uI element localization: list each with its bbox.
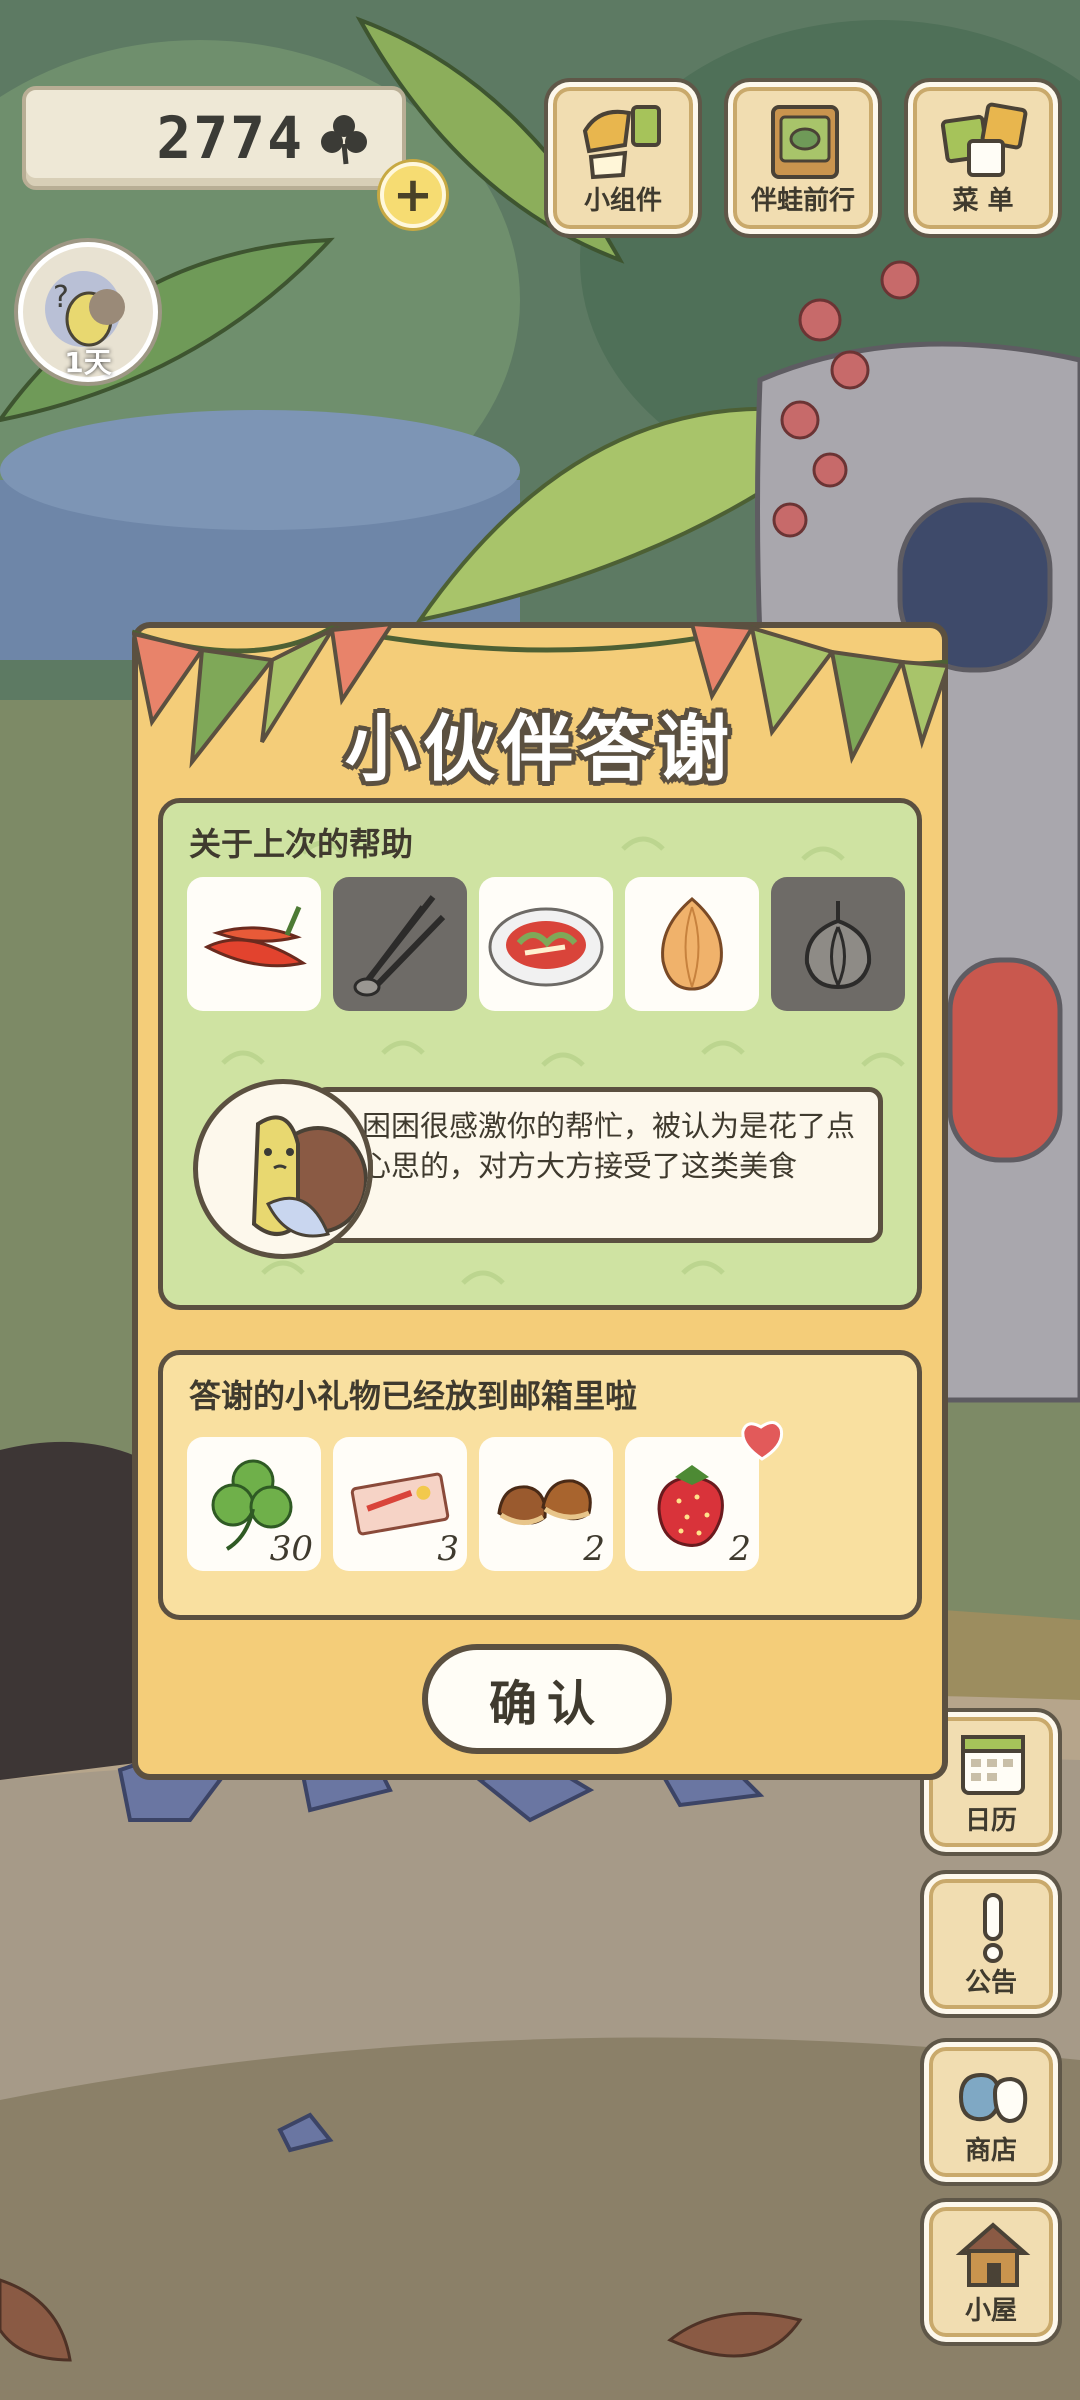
ticket-gift-qty: 3: [437, 1529, 459, 1569]
exclamation-icon: [983, 1893, 1003, 1963]
shop-button[interactable]: 商店: [924, 2042, 1058, 2182]
gift-item-ticket[interactable]: 3: [333, 1437, 467, 1571]
widget-button-label: 小组件: [583, 186, 662, 216]
thanks-message-box: 困困很感激你的帮忙，被认为是花了点心思的，对方大方接受了这类美食: [313, 1087, 883, 1243]
confirm-button[interactable]: 确认: [422, 1644, 672, 1754]
journey-button-label: 伴蛙前行: [750, 186, 855, 216]
help-section: 关于上次的帮助 困困很感激你的帮忙，被认为是花了点心思的，对方大方接受了这类美食: [158, 798, 922, 1310]
help-item-row: [187, 877, 905, 1011]
days-badge[interactable]: ? 1天: [18, 242, 158, 382]
heart-new-icon: [741, 1421, 784, 1461]
menu-cards-icon: [940, 102, 1028, 177]
clover-count: 2774: [156, 104, 304, 172]
green-onion-icon: [353, 895, 446, 997]
gift-section-title: 答谢的小礼物已经放到邮箱里啦: [189, 1377, 638, 1415]
garlic-icon: [804, 901, 872, 990]
food-item-onion[interactable]: [625, 877, 759, 1011]
food-item-garlic[interactable]: [771, 877, 905, 1011]
menu-button-label: 菜 单: [952, 186, 1014, 216]
onion-icon: [661, 897, 723, 991]
menu-button[interactable]: 菜 单: [908, 82, 1058, 234]
gift-item-clover[interactable]: 30: [187, 1437, 321, 1571]
clover-counter: 2774: [22, 86, 406, 190]
food-item-chili[interactable]: [187, 877, 321, 1011]
clover-gift-qty: 30: [269, 1529, 313, 1569]
cold-dish-plate-icon: [488, 907, 604, 987]
dialog-title: 小伙伴答谢: [344, 707, 735, 791]
thanks-message: 困困很感激你的帮忙，被认为是花了点心思的，对方大方接受了这类美食: [362, 1109, 856, 1183]
shop-bags-icon: [958, 2072, 1028, 2124]
calendar-icon: [961, 1735, 1025, 1795]
gift-section: 答谢的小礼物已经放到邮箱里啦 30 3 2 2: [158, 1350, 922, 1620]
gift-item-row: 30 3 2 2: [187, 1437, 759, 1571]
chestnuts-gift-qty: 2: [583, 1529, 605, 1569]
add-clover-button[interactable]: +: [380, 162, 446, 228]
partner-thanks-dialog: 小伙伴答谢 关于上次的帮助 困困很感激你的帮忙，被认为是花了点心思的，对方大方接…: [132, 622, 948, 1780]
widget-button[interactable]: 小组件: [548, 82, 698, 234]
svg-text:?: ?: [53, 280, 69, 315]
journey-button[interactable]: 伴蛙前行: [728, 82, 878, 234]
notice-button-label: 公告: [964, 1968, 1017, 1998]
shop-button-label: 商店: [964, 2136, 1017, 2166]
food-item-cold-dish[interactable]: [479, 877, 613, 1011]
chili-pepper-icon: [203, 906, 307, 968]
food-item-green-onion[interactable]: [333, 877, 467, 1011]
help-section-title: 关于上次的帮助: [189, 825, 414, 863]
calendar-button-label: 日历: [964, 1806, 1017, 1836]
house-button-label: 小屋: [964, 2296, 1017, 2326]
house-button[interactable]: 小屋: [924, 2202, 1058, 2342]
house-icon: [955, 2222, 1031, 2287]
notice-button[interactable]: 公告: [924, 1874, 1058, 2014]
journey-book-icon: [771, 105, 839, 179]
days-label: 1天: [64, 346, 112, 379]
partner-avatar: [193, 1079, 373, 1259]
gift-item-chestnuts[interactable]: 2: [479, 1437, 613, 1571]
clover-icon: [321, 115, 367, 165]
strawberry-gift-qty: 2: [729, 1529, 751, 1569]
snail-friend-icon: [251, 1115, 368, 1238]
widget-icon: [582, 105, 661, 180]
